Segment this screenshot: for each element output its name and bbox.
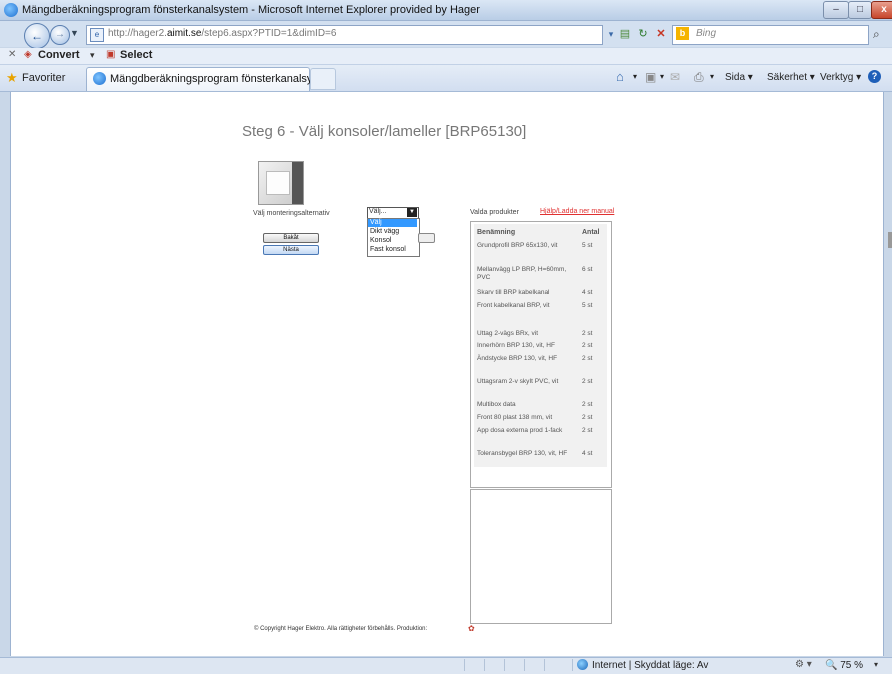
safety-menu[interactable]: Säkerhet ▾ xyxy=(767,72,815,83)
new-tab-button[interactable] xyxy=(310,68,336,90)
dropdown-option[interactable]: Fast konsol xyxy=(368,246,417,254)
table-row-qty: 2 st xyxy=(582,401,593,408)
table-row-name: Front kabelkanal BRP, vit xyxy=(477,302,550,309)
table-row-name: Uttag 2-vägs BRx, vit xyxy=(477,330,539,337)
table-row-qty: 6 st xyxy=(582,266,593,273)
table-row-qty: 2 st xyxy=(582,342,593,349)
table-row-qty: 5 st xyxy=(582,242,593,249)
status-separator xyxy=(504,659,505,671)
search-placeholder[interactable]: Bing xyxy=(696,28,716,39)
convert-button[interactable]: Convert xyxy=(38,49,80,61)
table-row-name: Front 80 plast 138 mm, vit xyxy=(477,414,553,421)
ie-logo-icon xyxy=(4,3,18,17)
chevron-down-icon[interactable]: ▼ xyxy=(407,208,417,217)
page-menu[interactable]: Sida ▾ xyxy=(725,72,753,83)
copyright-text: © Copyright Hager Elektro. Alla rättighe… xyxy=(254,626,428,632)
home-icon[interactable]: ⌂ xyxy=(616,69,624,84)
minimize-button[interactable]: – xyxy=(823,1,849,19)
table-row-name: App dosa externa prod 1-fack xyxy=(477,427,563,434)
settings-icon[interactable]: ⚙ ▾ xyxy=(795,659,812,670)
status-separator xyxy=(464,659,465,671)
table-row-name: Skarv till BRP kabelkanal xyxy=(477,289,550,296)
compatibility-view-icon[interactable]: ▤ xyxy=(618,27,632,41)
table-row-qty: 2 st xyxy=(582,414,593,421)
status-separator xyxy=(524,659,525,671)
zoom-dropdown-icon[interactable]: ▾ xyxy=(874,660,878,669)
table-row-name: Grundprofil BRP 65x130, vit xyxy=(477,242,558,249)
page-content xyxy=(10,92,884,656)
table-row-name: Ändstycke BRP 130, vit, HF xyxy=(477,355,558,362)
favorites-button[interactable]: Favoriter xyxy=(22,72,65,84)
manual-link[interactable]: Hjälp/Ladda ner manual xyxy=(540,208,614,215)
zoom-level[interactable]: 🔍 75 % xyxy=(825,660,863,671)
dropdown-option[interactable]: Välj xyxy=(368,219,417,227)
security-zone-text[interactable]: Internet | Skyddat läge: Av xyxy=(592,660,708,671)
maximize-button[interactable]: □ xyxy=(848,1,872,19)
mail-icon[interactable]: ✉ xyxy=(670,70,680,84)
home-dropdown-icon[interactable]: ▾ xyxy=(633,72,637,81)
window-title: Mängdberäkningsprogram fönsterkanalsyste… xyxy=(22,4,480,16)
address-dropdown-icon[interactable]: ▾ xyxy=(604,27,618,41)
close-window-button[interactable]: x xyxy=(871,1,892,19)
address-url[interactable]: http://hager2.aimit.se/step6.aspx?PTID=1… xyxy=(108,28,336,39)
globe-icon xyxy=(577,659,588,670)
dropdown-option[interactable]: Konsol xyxy=(368,237,417,245)
column-header-qty: Antal xyxy=(582,229,600,236)
page-icon: e xyxy=(90,28,104,42)
tab-title[interactable]: Mängdberäkningsprogram fönsterkanalsyste… xyxy=(110,73,336,85)
print-dropdown-icon[interactable]: ▾ xyxy=(710,72,714,81)
tab-favicon-icon xyxy=(93,72,106,85)
page-title: Steg 6 - Välj konsoler/lameller [BRP6513… xyxy=(242,123,527,140)
table-row-qty: 4 st xyxy=(582,289,593,296)
help-icon[interactable]: ? xyxy=(868,70,881,83)
mount-option-value[interactable]: Välj... xyxy=(369,208,387,215)
search-icon[interactable]: ⌕ xyxy=(873,27,880,42)
table-row-name: Uttagsram 2-v skyIt PVC, vit xyxy=(477,378,559,385)
refresh-icon[interactable]: ↻ xyxy=(636,27,650,41)
bing-logo-icon: b xyxy=(676,27,689,40)
star-icon[interactable]: ★ xyxy=(6,70,18,86)
status-separator xyxy=(572,659,573,671)
dropdown-option[interactable]: Dikt vägg xyxy=(368,228,417,236)
table-row-qty: 2 st xyxy=(582,378,593,385)
feeds-icon[interactable]: ▣ xyxy=(645,70,656,84)
table-row-name: Toleransbygel BRP 130, vit, HF xyxy=(477,450,568,457)
production-logo-icon[interactable]: ✿ xyxy=(468,624,475,633)
partially-hidden-button[interactable] xyxy=(418,233,435,243)
status-separator xyxy=(484,659,485,671)
select-button[interactable]: Select xyxy=(120,49,152,61)
tools-menu[interactable]: Verktyg ▾ xyxy=(820,72,861,83)
table-row-qty: 2 st xyxy=(582,330,593,337)
select-icon: ▣ xyxy=(106,49,116,60)
table-row-qty: 5 st xyxy=(582,302,593,309)
convert-dropdown-icon[interactable]: ▾ xyxy=(90,50,95,61)
forward-arrow-icon[interactable]: → xyxy=(50,25,70,45)
status-separator xyxy=(544,659,545,671)
print-icon[interactable]: ⎙ xyxy=(694,70,704,85)
details-panel xyxy=(470,489,612,624)
back-button[interactable]: Bakåt xyxy=(263,233,319,243)
feeds-dropdown-icon[interactable]: ▾ xyxy=(660,72,664,81)
convert-icon: ◈ xyxy=(24,49,32,60)
table-row-qty: 4 st xyxy=(582,450,593,457)
scrollbar-thumb[interactable] xyxy=(888,232,892,248)
table-row-name: Innerhörn BRP 130, vit, HF xyxy=(477,342,555,349)
table-row-name: Mellanvägg LP BRP, H=60mm, PVC xyxy=(477,266,567,281)
history-dropdown-icon[interactable]: ▼ xyxy=(70,28,79,38)
table-row-qty: 2 st xyxy=(582,427,593,434)
selected-products-label: Valda produkter xyxy=(470,209,519,216)
status-bar xyxy=(0,657,892,674)
toolbar-close-icon[interactable]: ✕ xyxy=(8,49,16,60)
product-image xyxy=(258,161,304,205)
table-row-name: Multibox data xyxy=(477,401,516,408)
stop-icon[interactable]: ✕ xyxy=(654,27,668,41)
back-arrow-icon[interactable]: ← xyxy=(24,23,50,49)
column-header-name: Benämning xyxy=(477,229,516,236)
next-button[interactable]: Nästa xyxy=(263,245,319,255)
mount-option-label: Välj monteringsalternativ xyxy=(253,210,330,217)
table-row-qty: 2 st xyxy=(582,355,593,362)
